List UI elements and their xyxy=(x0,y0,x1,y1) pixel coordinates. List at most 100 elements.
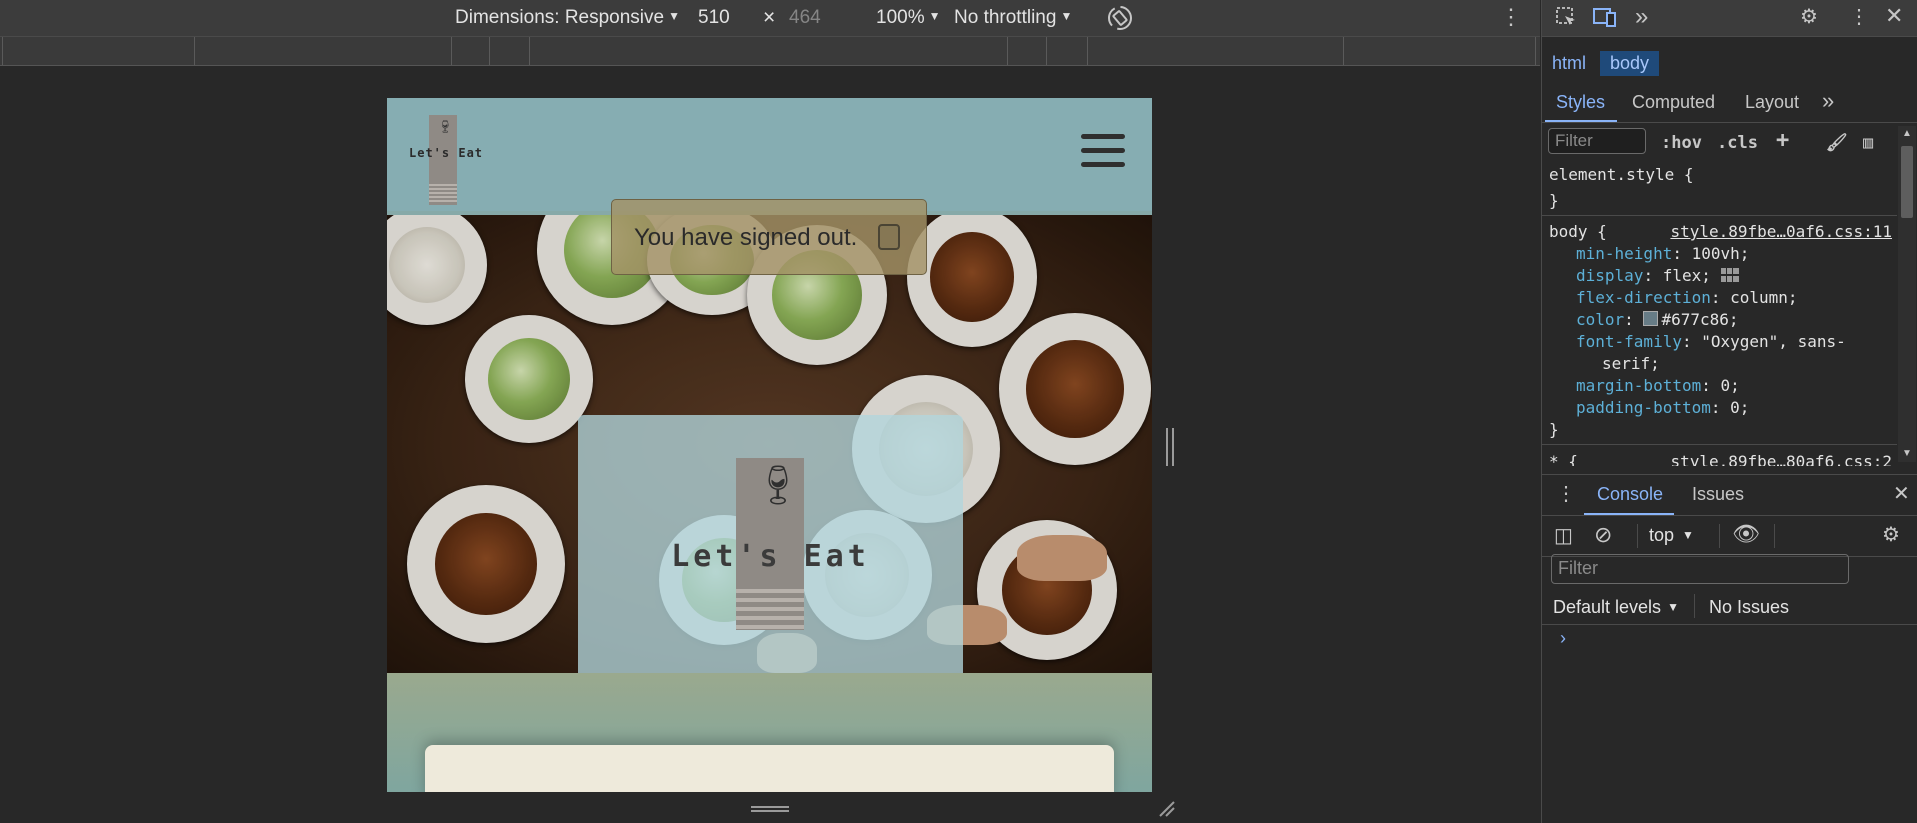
console-toolbar: ◫ ⊘ top ▼ 👁︎ ⚙ xyxy=(1542,516,1917,557)
body-rule-source-link[interactable]: style.89fbe…0af6.css:11 xyxy=(1670,222,1892,241)
scroll-down-icon[interactable]: ▼ xyxy=(1902,448,1912,459)
tab-layout[interactable]: Layout xyxy=(1745,92,1799,113)
breadcrumb-body[interactable]: body xyxy=(1600,51,1660,76)
dimensions-dropdown[interactable]: Dimensions: Responsive ▼ xyxy=(455,7,680,29)
emulated-page: 🍷︎ Let's Eat 🍷︎ Let's Eat You have signe… xyxy=(387,98,1152,792)
css-value: 100vh; xyxy=(1691,244,1750,263)
css-declaration[interactable]: display: flex; xyxy=(1576,266,1739,285)
console-sidebar-icon[interactable]: ◫ xyxy=(1554,523,1573,548)
more-tabs-icon[interactable]: » xyxy=(1822,88,1834,114)
console-settings-gear-icon[interactable]: ⚙ xyxy=(1882,522,1900,547)
wine-glass-icon: 🍷︎ xyxy=(437,119,454,134)
css-prop: padding-bottom xyxy=(1576,398,1711,417)
css-declaration[interactable]: margin-bottom: 0; xyxy=(1576,376,1740,395)
content-card xyxy=(425,745,1114,792)
active-drawer-indicator xyxy=(1584,513,1674,515)
throttling-dropdown[interactable]: No throttling ▼ xyxy=(954,7,1072,29)
toolbar-divider xyxy=(1694,594,1695,618)
more-options-icon[interactable]: ⋮ xyxy=(1500,4,1522,30)
media-query-bar xyxy=(0,37,1540,66)
universal-selector[interactable]: * { xyxy=(1549,452,1578,466)
caret-down-icon: ▼ xyxy=(1060,9,1073,23)
context-selector[interactable]: top ▼ xyxy=(1649,525,1694,546)
css-value-continuation: serif; xyxy=(1602,354,1660,373)
flex-editor-icon[interactable] xyxy=(1720,268,1739,282)
body-selector[interactable]: body { xyxy=(1549,222,1607,241)
ruler-tick xyxy=(1343,37,1344,65)
console-filter-input[interactable]: Filter xyxy=(1551,554,1849,584)
toolbar-divider xyxy=(1774,524,1775,548)
ruler-tick xyxy=(1087,37,1088,65)
toolbar-divider xyxy=(1637,524,1638,548)
inspect-element-icon[interactable] xyxy=(1554,5,1578,35)
class-toggle[interactable]: .cls xyxy=(1717,133,1758,153)
toast-close-button[interactable] xyxy=(878,224,900,250)
sidebar-toggle-icon[interactable]: ▥ xyxy=(1863,133,1873,153)
drawer-menu-icon[interactable]: ⋮ xyxy=(1556,481,1576,506)
drawer-tabs: ⋮ Console Issues ✕ xyxy=(1542,474,1917,516)
css-value: column; xyxy=(1730,288,1798,307)
tab-styles[interactable]: Styles xyxy=(1556,92,1605,113)
css-declaration[interactable]: font-family: "Oxygen", sans- xyxy=(1576,332,1846,351)
ruler-tick xyxy=(2,37,3,65)
console-prompt-icon[interactable]: › xyxy=(1560,628,1566,649)
css-prop: min-height xyxy=(1576,244,1673,263)
header-logo[interactable]: 🍷︎ xyxy=(429,115,457,205)
css-declaration[interactable]: flex-direction: column; xyxy=(1576,288,1798,307)
scroll-up-icon[interactable]: ▲ xyxy=(1902,128,1912,139)
ruler-tick xyxy=(529,37,530,65)
tab-computed[interactable]: Computed xyxy=(1632,92,1715,113)
rotate-icon[interactable] xyxy=(1105,3,1135,38)
device-toggle-icon[interactable] xyxy=(1592,5,1618,35)
wine-glass-icon: 🍷︎ xyxy=(754,465,803,507)
logo-stripes xyxy=(429,182,457,202)
styles-filter-row: Filter :hov .cls + 🖌︎ ▥ xyxy=(1542,124,1917,160)
universal-rule-source-link[interactable]: style.89fbe…80af6.css:2 xyxy=(1670,452,1892,466)
close-drawer-icon[interactable]: ✕ xyxy=(1893,481,1910,506)
css-declaration[interactable]: padding-bottom: 0; xyxy=(1576,398,1749,417)
css-value: 0; xyxy=(1720,376,1740,395)
css-declaration[interactable]: min-height: 100vh; xyxy=(1576,244,1749,263)
scroll-thumb[interactable] xyxy=(1901,146,1913,218)
resize-handle-bottom[interactable] xyxy=(751,806,789,812)
device-toolbar: Dimensions: Responsive ▼ 510 × 464 100% ▼ … xyxy=(0,0,1540,37)
more-panels-icon[interactable]: » xyxy=(1635,3,1648,31)
clear-console-icon[interactable]: ⊘ xyxy=(1594,522,1612,548)
breadcrumb-html[interactable]: html xyxy=(1542,51,1596,76)
zoom-dropdown[interactable]: 100% ▼ xyxy=(876,7,941,29)
ruler-tick xyxy=(194,37,195,65)
times-icon: × xyxy=(763,6,776,29)
ruler-tick xyxy=(1046,37,1047,65)
default-levels-dropdown[interactable]: Default levels ▼ xyxy=(1553,597,1679,618)
hamburger-menu-icon[interactable] xyxy=(1081,134,1125,172)
styles-filter-input[interactable]: Filter xyxy=(1548,128,1646,154)
toast-message: You have signed out. xyxy=(634,224,858,251)
dimensions-label: Dimensions: Responsive xyxy=(455,7,665,28)
element-style-selector[interactable]: element.style { xyxy=(1549,165,1694,184)
tab-console[interactable]: Console xyxy=(1597,484,1663,505)
caret-down-icon: ▼ xyxy=(928,9,941,23)
header-logo-text: Let's Eat xyxy=(409,146,484,160)
resize-handle-right[interactable] xyxy=(1166,428,1174,466)
customize-menu-icon[interactable]: ⋮ xyxy=(1849,4,1869,29)
close-devtools-icon[interactable]: ✕ xyxy=(1885,3,1903,29)
height-input[interactable]: 464 xyxy=(789,7,821,29)
paint-brush-icon[interactable]: 🖌︎ xyxy=(1826,133,1848,153)
css-value: "Oxygen", sans- xyxy=(1701,332,1846,351)
live-expression-eye-icon[interactable]: 👁︎ xyxy=(1732,521,1760,547)
resize-handle-corner[interactable] xyxy=(1158,800,1176,818)
width-input[interactable]: 510 xyxy=(698,7,730,29)
color-swatch[interactable] xyxy=(1643,311,1659,326)
new-rule-icon[interactable]: + xyxy=(1776,128,1789,153)
hover-state-toggle[interactable]: :hov xyxy=(1661,133,1702,153)
tab-issues[interactable]: Issues xyxy=(1692,484,1744,505)
no-issues-label[interactable]: No Issues xyxy=(1709,597,1789,618)
settings-gear-icon[interactable]: ⚙ xyxy=(1800,4,1818,29)
site-header: 🍷︎ Let's Eat xyxy=(387,98,1152,211)
styles-scrollbar[interactable]: ▲ ▼ xyxy=(1898,126,1916,462)
throttling-label: No throttling xyxy=(954,7,1057,28)
css-prop: margin-bottom xyxy=(1576,376,1702,395)
hero-logo-text: Let's Eat xyxy=(671,539,870,574)
css-declaration[interactable]: color: #677c86; xyxy=(1576,310,1739,329)
css-prop: display xyxy=(1576,266,1644,285)
